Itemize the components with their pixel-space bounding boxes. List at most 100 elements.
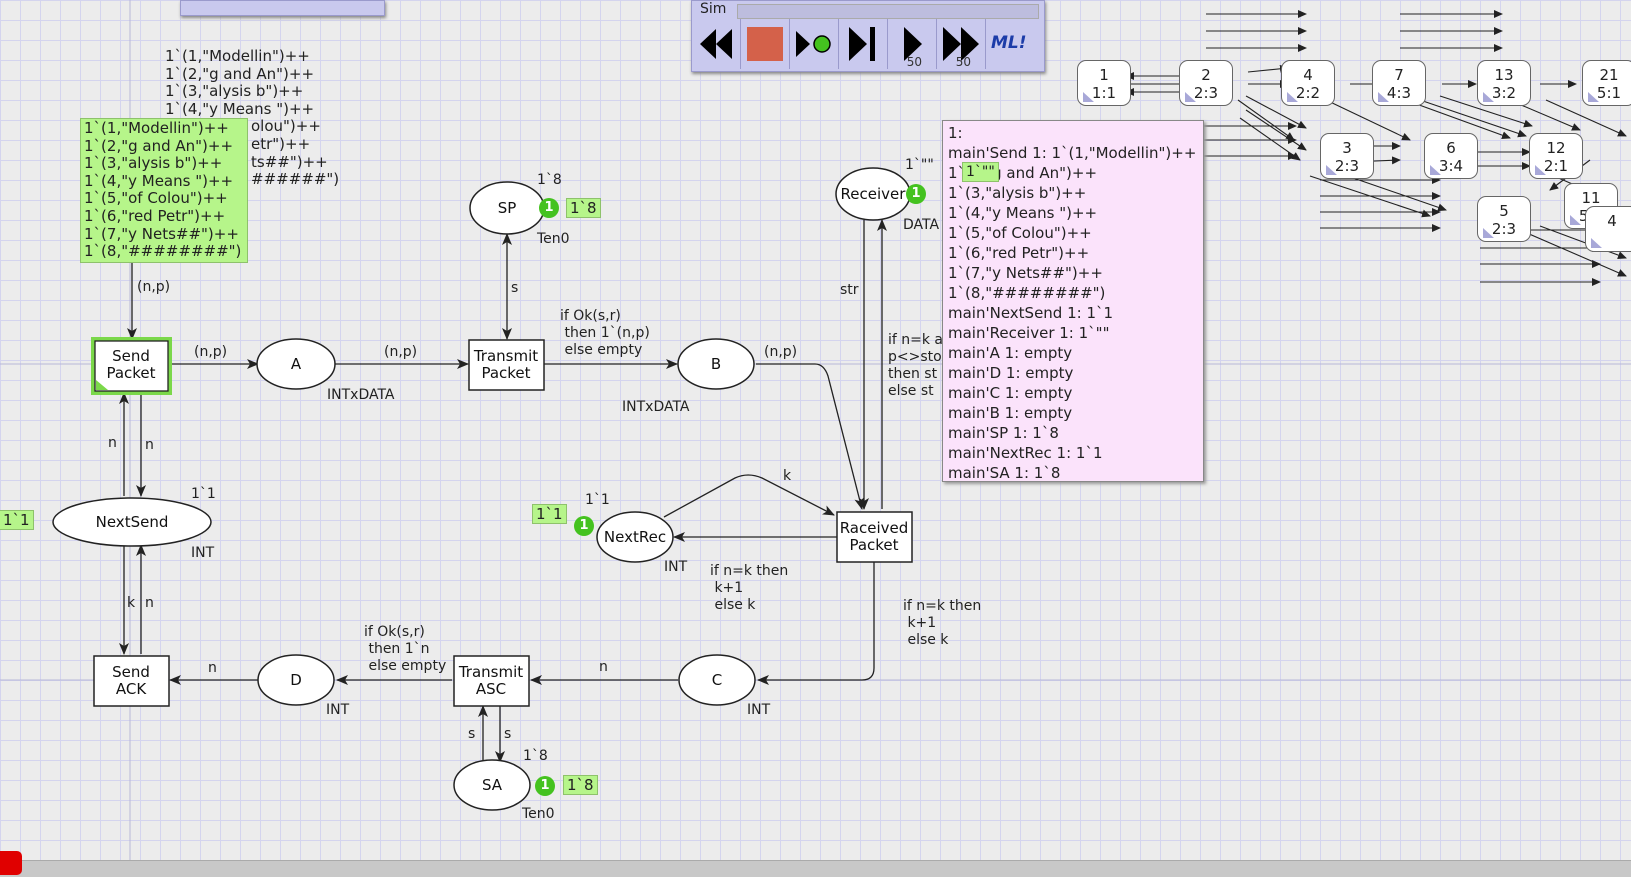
nextrec-type: INT xyxy=(664,559,688,575)
sp-token-count[interactable]: 1 xyxy=(539,198,559,218)
tooltip-line: 1`(6,"red Petr")++ xyxy=(948,244,1090,262)
arc-label-n: n xyxy=(145,595,154,611)
fast-forward-50-button[interactable]: 50 xyxy=(937,19,986,69)
state-node[interactable]: 21 5:1 xyxy=(1582,60,1631,106)
play-single-button[interactable] xyxy=(790,19,839,69)
arc-label-k: k xyxy=(127,595,136,611)
send-place-marking[interactable]: 1`(1,"Modellin")++ 1`(2,"g and An")++ 1`… xyxy=(80,118,248,263)
receiver-type: DATA xyxy=(903,217,939,233)
play-single-icon xyxy=(796,31,831,57)
nextrec-marking[interactable]: 1`1 xyxy=(532,504,567,524)
state-node[interactable]: 12 2:1 xyxy=(1529,133,1583,179)
arc-received-to-c[interactable] xyxy=(757,562,875,685)
state-node[interactable]: 4 2:2 xyxy=(1281,60,1335,106)
b-type: INTxDATA xyxy=(622,399,690,415)
tooltip-line: main'SP 1: 1`8 xyxy=(948,424,1059,442)
state-node[interactable]: 3 2:3 xyxy=(1320,133,1374,179)
arc-label-s: s xyxy=(511,280,518,296)
error-indicator[interactable] xyxy=(0,851,22,875)
marking-line: 1`(2,"g and An")++ xyxy=(84,136,234,155)
sp-type: Ten0 xyxy=(536,231,570,247)
status-bar xyxy=(0,860,1631,877)
arc-label-np: (n,p) xyxy=(194,344,227,360)
play-50-label: 50 xyxy=(906,55,922,69)
receiver-marking[interactable]: 1`"" xyxy=(962,162,999,182)
step-end-icon xyxy=(849,27,875,61)
transition-received-packet-label: Raceived Packet xyxy=(840,519,909,554)
arc-nextrec-to-received[interactable] xyxy=(663,474,835,518)
receiver-token-count[interactable]: 1 xyxy=(906,184,926,204)
place-receiver-name: Receiver xyxy=(841,185,907,203)
arc-label-np: (n,p) xyxy=(764,344,797,360)
place-c-name: C xyxy=(712,671,722,689)
place-b-name: B xyxy=(711,355,721,373)
marking-line: 1`(1,"Modellin")++ xyxy=(84,119,229,137)
marking-line: 1`(5,"of Colou")++ xyxy=(84,189,228,208)
tooltip-line: main'SA 1: 1`8 xyxy=(948,464,1061,482)
sp-marking[interactable]: 1`8 xyxy=(566,198,601,218)
tooltip-line: 1`(5,"of Colou")++ xyxy=(948,224,1092,242)
arc-label-n: n xyxy=(599,659,608,675)
transition-send-packet-label: Send Packet xyxy=(106,347,155,382)
state-node[interactable]: 5 2:3 xyxy=(1477,196,1531,242)
arc-label-str: str xyxy=(840,282,859,298)
rewind-button[interactable] xyxy=(692,19,741,69)
tooltip-line: main'C 1: empty xyxy=(948,384,1073,402)
state-node[interactable]: 4 xyxy=(1585,206,1631,252)
tooltip-line: main'Send 1: 1`(1,"Modellin")++ xyxy=(948,144,1197,162)
tooltip-line: 1`(7,"y Nets##")++ xyxy=(948,264,1103,282)
state-node[interactable]: 2 2:3 xyxy=(1179,60,1233,106)
sim-toolbar-drag-handle[interactable] xyxy=(737,4,1039,19)
sim-toolbar-title: Sim xyxy=(700,1,727,17)
arc-label-n: n xyxy=(208,660,217,676)
arc-label-transmit-packet: if Ok(s,r) then 1`(n,p) else empty xyxy=(560,308,650,358)
arc-label-s: s xyxy=(468,726,475,742)
tooltip-line: main'Receiver 1: 1`"" xyxy=(948,324,1110,342)
arc-label-n: n xyxy=(145,437,154,453)
tooltip-line: main'NextRec 1: 1`1 xyxy=(948,444,1103,462)
tooltip-line: 1`(8,"########") xyxy=(948,284,1106,302)
stop-button[interactable] xyxy=(741,19,790,69)
arc-label-nextrec-cond: if n=k then k+1 else k xyxy=(710,563,788,613)
tooltip-line: 1: xyxy=(948,124,963,142)
state-node[interactable]: 7 4:3 xyxy=(1372,60,1426,106)
nextrec-initial: 1`1 xyxy=(585,492,610,508)
fast-forward-50-label: 50 xyxy=(955,55,971,69)
state-node[interactable]: 6 3:4 xyxy=(1424,133,1478,179)
play-50-button[interactable]: 50 xyxy=(888,19,937,69)
arc-label-c-cond: if n=k then k+1 else k xyxy=(903,598,981,648)
receiver-initial: 1`"" xyxy=(905,157,934,173)
step-end-button[interactable] xyxy=(839,19,888,69)
transition-send-ack-label: Send ACK xyxy=(112,663,150,698)
place-d-name: D xyxy=(290,671,302,689)
d-type: INT xyxy=(326,702,350,718)
marking-line: 1`(7,"y Nets##")++ xyxy=(84,224,239,243)
nextsend-initial: 1`1 xyxy=(191,486,216,502)
state-node[interactable]: 13 3:2 xyxy=(1477,60,1531,106)
ml-button[interactable]: ML! xyxy=(986,19,1034,69)
place-nextsend-name: NextSend xyxy=(96,513,169,531)
sa-initial: 1`8 xyxy=(523,748,548,764)
marking-line: 1`(6,"red Petr")++ xyxy=(84,206,226,225)
arc-label-np: (n,p) xyxy=(137,279,170,295)
marking-line: 1`(8,"########") xyxy=(84,242,242,261)
tooltip-line: main'D 1: empty xyxy=(948,364,1074,382)
arc-label-transmit-ack: if Ok(s,r) then 1`n else empty xyxy=(364,624,446,674)
tooltip-line: main'NextSend 1: 1`1 xyxy=(948,304,1114,322)
nextsend-marking[interactable]: 1`1 xyxy=(0,510,34,530)
state-node[interactable]: 1 1:1 xyxy=(1077,60,1131,106)
sa-token-count[interactable]: 1 xyxy=(535,776,555,796)
sa-marking[interactable]: 1`8 xyxy=(563,775,598,795)
simulation-toolbar[interactable]: Sim 50 50 ML! xyxy=(691,0,1045,72)
arc-b-to-received[interactable] xyxy=(756,363,865,510)
a-type: INTxDATA xyxy=(327,387,395,403)
nextsend-type: INT xyxy=(191,545,215,561)
arc-label-received-cond: if n=k a p<>sto then st else st xyxy=(888,332,943,399)
marking-line: 1`(3,"alysis b")++ xyxy=(84,154,223,173)
nextrec-token-count[interactable]: 1 xyxy=(574,516,594,536)
place-sa-name: SA xyxy=(482,776,503,794)
transition-transmit-packet-label: Transmit Packet xyxy=(473,347,538,382)
sa-type: Ten0 xyxy=(521,806,555,822)
ml-icon: ML! xyxy=(991,33,1027,53)
arc-label-n: n xyxy=(108,435,117,451)
